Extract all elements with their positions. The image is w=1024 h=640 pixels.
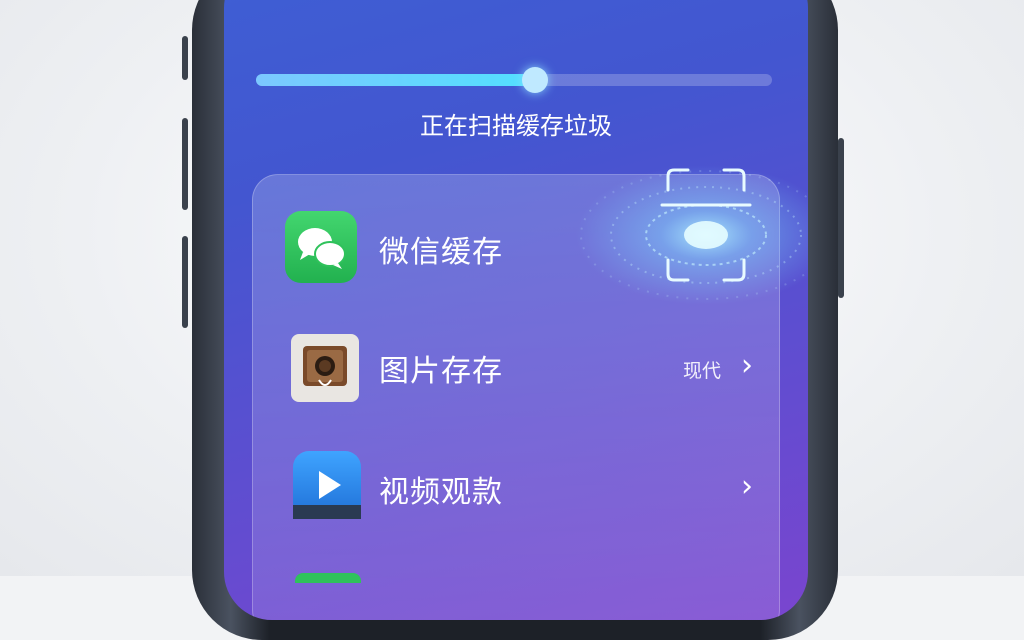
volume-button-low [182, 236, 188, 328]
phone-screen: 正在扫描缓存垃圾 微信缓存 图片存存 现代 › 视频观款 › [224, 0, 808, 620]
scan-progress-bar [256, 67, 772, 93]
list-item-video[interactable]: 视频观款 › [253, 451, 779, 541]
volume-button-mid [182, 118, 188, 210]
chevron-right-icon[interactable]: › [741, 348, 753, 383]
scan-status-text: 正在扫描缓存垃圾 [420, 112, 612, 140]
wechat-icon [285, 211, 357, 283]
chevron-right-icon[interactable]: › [741, 469, 753, 504]
list-item-label: 图片存存 [379, 354, 503, 389]
scan-animation [524, 150, 808, 350]
photo-gallery-icon [291, 334, 359, 402]
video-player-icon [293, 451, 361, 519]
scan-progress-fill [256, 74, 535, 86]
list-item-label: 微信缓存 [379, 235, 503, 270]
next-item-icon [295, 573, 361, 583]
volume-button-top [182, 36, 188, 80]
scan-progress-knob [521, 67, 548, 93]
list-item-meta: 现代 [682, 360, 721, 382]
power-button [838, 138, 844, 298]
list-item-label: 视频观款 [379, 475, 503, 510]
